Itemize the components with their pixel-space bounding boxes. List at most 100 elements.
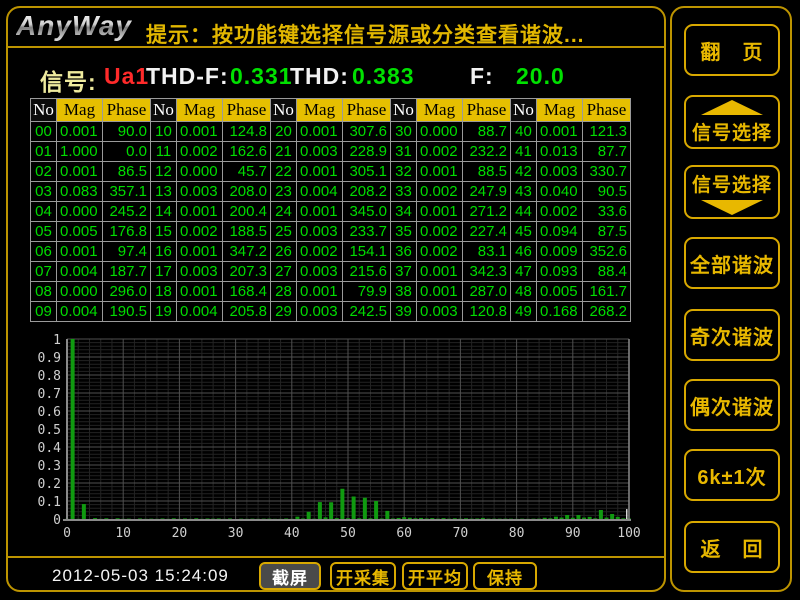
table-cell: 09 (31, 302, 57, 322)
harmonic-bar (228, 518, 232, 519)
harmonic-bar (206, 518, 210, 519)
table-cell: 41 (511, 142, 537, 162)
table-row: 070.004187.7170.003207.3270.003215.6370.… (31, 262, 631, 282)
harmonic-bar (397, 518, 401, 519)
table-cell: 161.7 (583, 282, 631, 302)
sidebar-button-all-harmonics[interactable]: 全部谐波 (684, 237, 780, 289)
chart-cursor (626, 509, 628, 519)
table-row: 011.0000.0110.002162.6210.003228.9310.00… (31, 142, 631, 162)
status-button-label: 截屏 (272, 564, 308, 589)
column-header: Mag (57, 99, 103, 122)
column-header: No (151, 99, 177, 122)
table-cell: 35 (391, 222, 417, 242)
signal-label: 信号: (40, 63, 97, 97)
harmonic-bar (560, 518, 564, 519)
harmonic-bar (335, 518, 339, 519)
sidebar-button-6k-plus-minus-1[interactable]: 6k±1次 (684, 449, 780, 501)
table-cell: 352.6 (583, 242, 631, 262)
table-cell: 247.9 (463, 182, 511, 202)
table-cell: 232.2 (463, 142, 511, 162)
sidebar-button-label: 6k±1次 (697, 461, 766, 490)
harmonic-bar (357, 518, 361, 519)
harmonic-bar (217, 518, 221, 519)
table-cell: 12 (151, 162, 177, 182)
table-cell: 97.4 (103, 242, 151, 262)
table-row: 080.000296.0180.001168.4280.00179.9380.0… (31, 282, 631, 302)
table-cell: 08 (31, 282, 57, 302)
sidebar-button-even-harmonics[interactable]: 偶次谐波 (684, 379, 780, 431)
tick-label: 40 (284, 526, 300, 541)
sidebar-button-return[interactable]: 返 回 (684, 521, 780, 573)
tick-label: 0.1 (38, 495, 61, 510)
thd-label: THD: (290, 63, 349, 90)
table-cell: 0.000 (177, 162, 223, 182)
table-cell: 10 (151, 122, 177, 142)
harmonic-bar (194, 518, 198, 519)
table-cell: 31 (391, 142, 417, 162)
harmonic-bar (588, 517, 592, 519)
harmonic-bar (340, 489, 344, 519)
harmonic-bar (380, 518, 384, 519)
status-button-screenshot[interactable]: 截屏 (259, 562, 321, 590)
tick-label: 80 (509, 526, 525, 541)
harmonic-bar (543, 518, 547, 519)
table-cell: 345.0 (343, 202, 391, 222)
harmonic-bar (391, 518, 395, 519)
table-cell: 187.7 (103, 262, 151, 282)
table-cell: 0.000 (57, 282, 103, 302)
harmonic-bar (301, 518, 305, 519)
tick-label: 0.9 (38, 351, 61, 366)
table-cell: 0.003 (297, 142, 343, 162)
harmonic-bar (610, 514, 614, 519)
sidebar-button-signal-select-up[interactable]: 信号选择 (684, 95, 780, 149)
table-cell: 0.002 (177, 142, 223, 162)
status-button-start-average[interactable]: 开平均 (402, 562, 468, 590)
table-cell: 43 (511, 182, 537, 202)
column-header: Phase (223, 99, 271, 122)
harmonic-bar (481, 518, 485, 519)
harmonic-bar (324, 517, 328, 519)
table-cell: 0.083 (57, 182, 103, 202)
table-cell: 0.002 (537, 202, 583, 222)
table-cell: 0.002 (297, 242, 343, 262)
sidebar-button-odd-harmonics[interactable]: 奇次谐波 (684, 309, 780, 361)
table-cell: 24 (271, 202, 297, 222)
table-cell: 0.009 (537, 242, 583, 262)
thd-value: 0.383 (352, 63, 415, 90)
table-cell: 242.5 (343, 302, 391, 322)
sidebar-button-page-turn[interactable]: 翻 页 (684, 24, 780, 76)
table-cell: 02 (31, 162, 57, 182)
table-cell: 21 (271, 142, 297, 162)
table-cell: 205.8 (223, 302, 271, 322)
sidebar-button-signal-select-down[interactable]: 信号选择 (684, 165, 780, 219)
table-cell: 86.5 (103, 162, 151, 182)
tick-label: 0.3 (38, 459, 61, 474)
harmonic-bar (425, 518, 429, 519)
tick-label: 0.7 (38, 387, 61, 402)
harmonic-bar (352, 497, 356, 520)
tick-label: 0.6 (38, 405, 61, 420)
table-cell: 305.1 (343, 162, 391, 182)
harmonic-bar (419, 518, 423, 519)
table-cell: 87.5 (583, 222, 631, 242)
harmonic-bar (599, 510, 603, 519)
table-cell: 0.013 (537, 142, 583, 162)
tick-label: 1 (53, 333, 61, 348)
harmonic-bar (172, 518, 176, 519)
status-button-start-acquire[interactable]: 开采集 (330, 562, 396, 590)
harmonic-bar (554, 517, 558, 519)
harmonic-bar (582, 518, 586, 519)
table-cell: 287.0 (463, 282, 511, 302)
table-cell: 162.6 (223, 142, 271, 162)
harmonic-bar (621, 518, 625, 519)
table-cell: 330.7 (583, 162, 631, 182)
status-button-hold[interactable]: 保持 (473, 562, 537, 590)
harmonics-table: NoMagPhaseNoMagPhaseNoMagPhaseNoMagPhase… (30, 98, 631, 322)
bottom-divider (6, 556, 666, 558)
harmonic-bar (82, 504, 86, 519)
tick-label: 10 (115, 526, 131, 541)
table-cell: 245.2 (103, 202, 151, 222)
table-cell: 200.4 (223, 202, 271, 222)
table-cell: 120.8 (463, 302, 511, 322)
tick-label: 20 (172, 526, 188, 541)
